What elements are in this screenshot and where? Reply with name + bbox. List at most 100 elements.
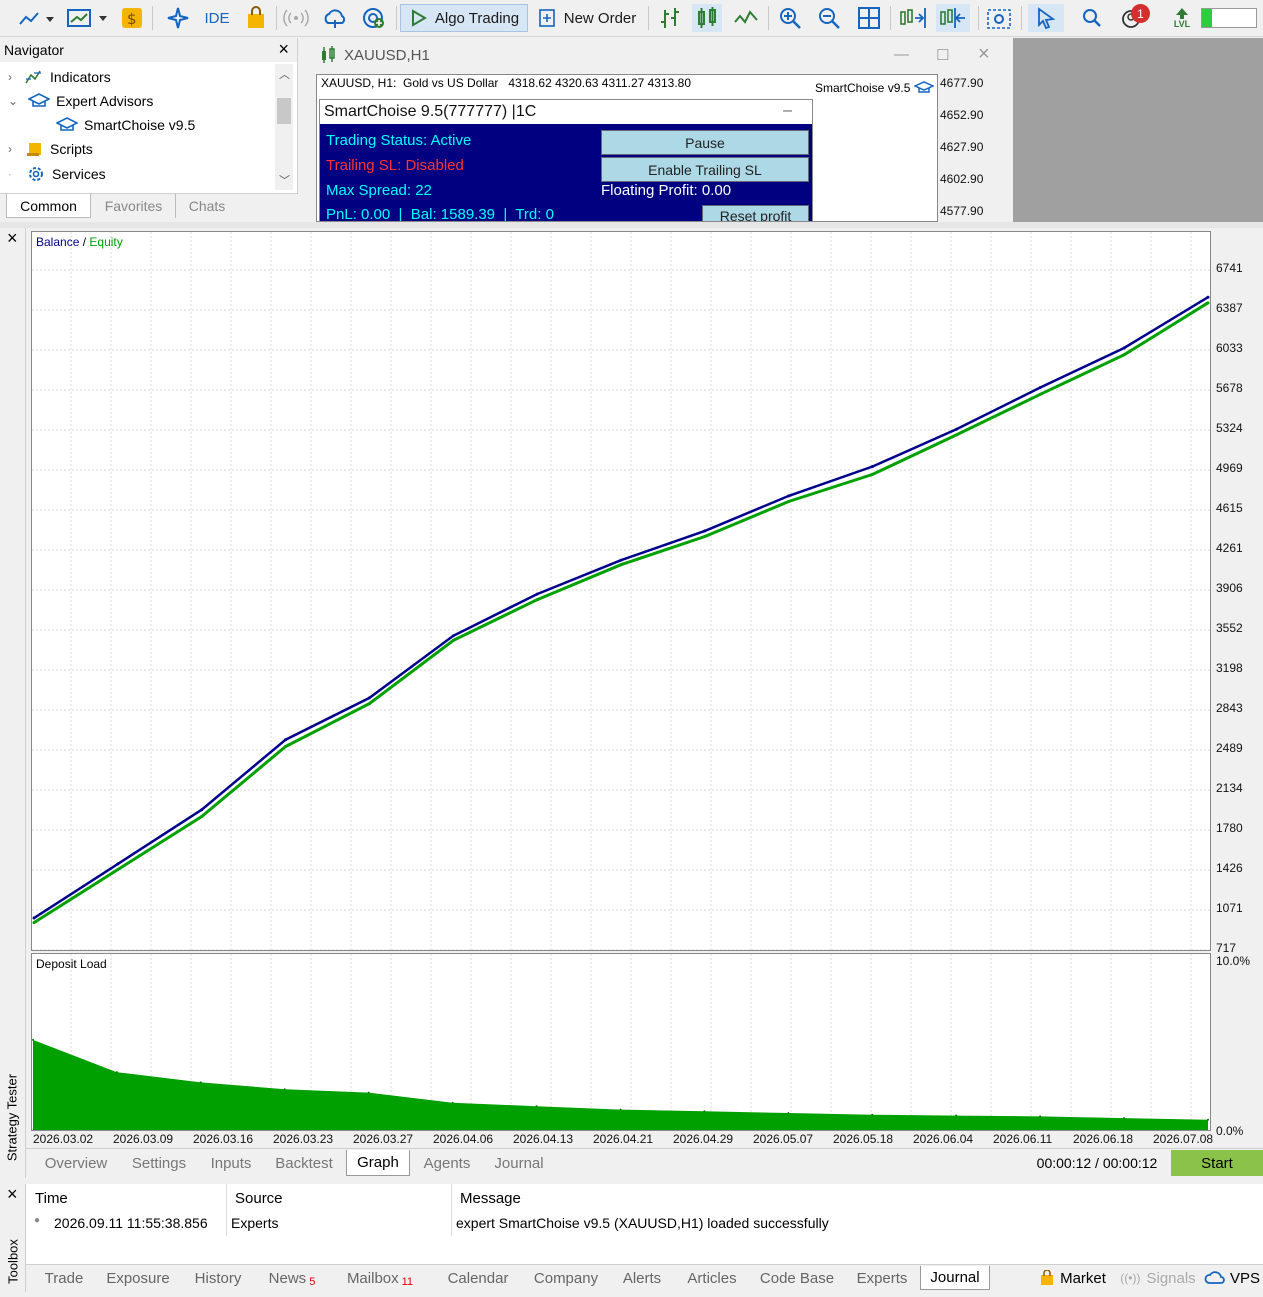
nav-item-expert-advisors[interactable]: ⌄ Expert Advisors (8, 93, 153, 109)
screenshot-icon[interactable] (984, 4, 1014, 32)
data-point-equity (787, 500, 791, 504)
data-point-equity (1038, 392, 1042, 396)
navigator-close-icon[interactable]: × (278, 39, 289, 60)
tab-overview[interactable]: Overview (36, 1150, 116, 1176)
scroll-down-icon[interactable]: ﹀ (279, 172, 290, 188)
tab-trade[interactable]: Trade (36, 1266, 92, 1290)
toolbox-close-icon[interactable]: × (7, 1184, 18, 1205)
tab-backtest[interactable]: Backtest (266, 1150, 342, 1176)
x-tick-label: 2026.04.06 (433, 1132, 494, 1146)
sparkle-icon[interactable] (164, 4, 192, 32)
cursor-icon[interactable] (1028, 4, 1064, 32)
tab-calendar[interactable]: Calendar (436, 1266, 520, 1290)
vps-label: VPS (1229, 1269, 1260, 1287)
tab-favorites[interactable]: Favorites (92, 194, 176, 218)
tab-articles[interactable]: Articles (678, 1266, 746, 1290)
price-label: 4577.90 (940, 204, 984, 218)
market-button[interactable]: Market (1036, 1266, 1110, 1290)
tab-inputs[interactable]: Inputs (202, 1150, 260, 1176)
cloud-icon[interactable] (321, 4, 349, 32)
tab-history[interactable]: History (184, 1266, 252, 1290)
y-tick-label: 2134 (1216, 781, 1243, 796)
tab-settings[interactable]: Settings (120, 1150, 198, 1176)
tab-agents[interactable]: Agents (414, 1150, 480, 1176)
nav-item-label: Scripts (50, 141, 93, 157)
deposit-load-point (451, 1101, 454, 1104)
dollar-icon[interactable]: $ (119, 4, 145, 32)
tab-news[interactable]: News 5 (258, 1266, 326, 1290)
navigator-tabs: Common Favorites Chats (0, 193, 298, 222)
col-time[interactable]: Time (35, 1190, 68, 1207)
start-button[interactable]: Start (1171, 1150, 1263, 1176)
auto-scroll-icon[interactable] (936, 4, 970, 32)
gear-icon (29, 167, 43, 181)
x-tick-label: 2026.04.13 (513, 1132, 574, 1146)
tab-experts[interactable]: Experts (848, 1266, 916, 1290)
pause-button[interactable]: Pause (601, 130, 809, 155)
enable-trailing-sl-button[interactable]: Enable Trailing SL (601, 157, 809, 182)
col-message[interactable]: Message (460, 1190, 521, 1207)
notifications-icon[interactable]: 1 (1118, 4, 1152, 32)
chart-type-icon[interactable] (14, 4, 58, 32)
balance-equity-graph[interactable]: Balance / Equity (31, 231, 1211, 951)
news-badge: 5 (309, 1276, 316, 1288)
y-tick-label: 5678 (1216, 380, 1243, 395)
maximize-icon[interactable]: ☐ (936, 46, 949, 64)
templates-icon[interactable] (64, 4, 110, 32)
line-chart-icon[interactable] (731, 4, 761, 32)
zoom-in-icon[interactable] (776, 4, 804, 32)
close-icon[interactable]: × (978, 43, 990, 66)
scroll-thumb[interactable] (277, 98, 291, 124)
deposit-load-point (367, 1091, 370, 1094)
tab-chats[interactable]: Chats (177, 194, 237, 218)
ea-minimize-icon[interactable]: – (783, 102, 792, 120)
reset-profit-button[interactable]: Reset profit (702, 205, 809, 221)
nav-item-smartchoise[interactable]: SmartChoise v9.5 (56, 117, 195, 133)
scroll-up-icon[interactable]: ︿ (279, 66, 290, 82)
vps-button[interactable]: VPS (1204, 1266, 1260, 1290)
tab-journal[interactable]: Journal (484, 1150, 554, 1176)
deposit-y-max: 10.0% (1216, 954, 1251, 968)
zoom-out-icon[interactable] (815, 4, 843, 32)
data-point-equity (535, 598, 539, 602)
tester-close-icon[interactable]: × (7, 228, 18, 249)
search-icon[interactable] (1078, 4, 1106, 32)
signals-button[interactable]: ((•)) Signals (1118, 1266, 1198, 1290)
tab-company[interactable]: Company (526, 1266, 606, 1290)
radar-add-icon[interactable] (360, 4, 388, 32)
table-row[interactable]: ● 2026.09.11 11:55:38.856 Experts expert… (26, 1212, 1263, 1236)
nav-item-services[interactable]: · Services (8, 165, 106, 183)
level-indicator[interactable]: LVL (1170, 4, 1194, 32)
tab-graph[interactable]: Graph (346, 1150, 410, 1176)
new-order-button[interactable]: New Order (534, 4, 640, 32)
toolbox-label: Toolbox (5, 1239, 21, 1284)
tile-windows-icon[interactable] (855, 4, 883, 32)
col-source[interactable]: Source (235, 1190, 283, 1207)
x-tick-label: 2026.06.18 (1073, 1132, 1134, 1146)
candlestick-icon[interactable] (692, 4, 722, 32)
price-chart[interactable]: XAUUSD, H1: Gold vs US Dollar 4318.62 43… (316, 74, 938, 222)
tab-alerts[interactable]: Alerts (612, 1266, 672, 1290)
tab-mailbox[interactable]: Mailbox 11 (332, 1266, 428, 1290)
tab-common[interactable]: Common (6, 194, 91, 218)
deposit-load-point (32, 1038, 34, 1041)
nav-item-indicators[interactable]: › Indicators (8, 69, 111, 85)
chart-shift-icon[interactable] (897, 4, 929, 32)
trailing-sl-status: Trailing SL: Disabled (326, 157, 464, 174)
data-point-balance (200, 808, 204, 812)
minimize-icon[interactable]: — (894, 46, 909, 63)
ea-panel-title-bar: SmartChoise 9.5(777777) |1C – (320, 100, 812, 124)
deposit-load-graph[interactable]: Deposit Load (31, 953, 1211, 1131)
shopping-bag-icon[interactable] (243, 4, 269, 32)
tab-journal-toolbox[interactable]: Journal (920, 1266, 990, 1290)
tab-code-base[interactable]: Code Base (752, 1266, 842, 1290)
algo-trading-button[interactable]: Algo Trading (400, 4, 528, 32)
nav-item-scripts[interactable]: › Scripts (8, 141, 93, 157)
x-tick-label: 2026.03.23 (273, 1132, 334, 1146)
ide-button[interactable]: IDE (200, 4, 234, 32)
signal-broadcast-icon[interactable] (282, 4, 310, 32)
x-tick-label: 2026.05.07 (753, 1132, 814, 1146)
navigator-scrollbar[interactable]: ︿ ﹀ (275, 64, 293, 190)
tab-exposure[interactable]: Exposure (98, 1266, 178, 1290)
bar-chart-icon[interactable] (656, 4, 684, 32)
